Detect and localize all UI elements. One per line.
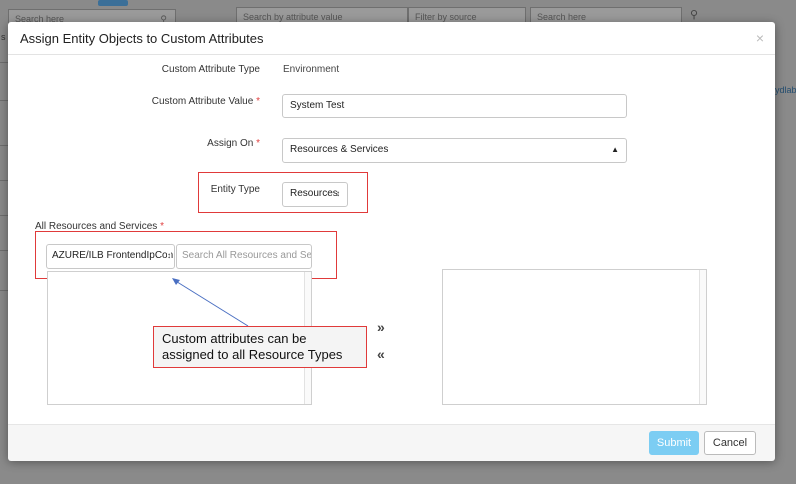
callout-annotation: Custom attributes can be assigned to all… — [153, 326, 367, 368]
custom-attribute-value-text: System Test — [290, 100, 345, 111]
required-mark: * — [256, 96, 260, 107]
resource-search-input[interactable]: Search All Resources and Servic — [176, 244, 312, 269]
resource-search-placeholder: Search All Resources and Servic — [182, 250, 312, 261]
callout-line — [173, 279, 249, 327]
custom-attribute-value-label: Custom Attribute Value * — [108, 96, 260, 107]
entity-type-value: Resources — [290, 188, 338, 199]
callout-connector — [172, 278, 249, 327]
modal-header: Assign Entity Objects to Custom Attribut… — [8, 22, 775, 55]
custom-attribute-type-label-text: Custom Attribute Type — [161, 64, 260, 75]
assign-on-value: Resources & Services — [290, 144, 389, 155]
entity-type-label: Entity Type — [158, 184, 260, 195]
select-caret-icon: ↕ — [336, 189, 340, 198]
select-caret-icon: ↕ — [167, 245, 171, 267]
search-icon: ⚲ — [690, 9, 699, 21]
move-left-button[interactable]: « — [377, 346, 385, 362]
background-button — [98, 0, 128, 6]
close-icon[interactable]: × — [756, 30, 764, 46]
entity-type-select[interactable]: Resources ↕ — [282, 182, 348, 207]
background-source-filter-label: Filter by source — [415, 12, 477, 22]
custom-attribute-type-value: Environment — [283, 64, 340, 75]
cancel-button[interactable]: Cancel — [704, 431, 756, 455]
resource-type-value: AZURE/ILB FrontendIpCon — [52, 250, 174, 261]
assign-on-select[interactable]: Resources & Services ▲ — [282, 138, 627, 163]
custom-attribute-value-input[interactable]: System Test — [282, 94, 627, 118]
background-attr-filter-label: Search by attribute value — [243, 12, 343, 22]
assign-entity-modal: Assign Entity Objects to Custom Attribut… — [8, 22, 775, 461]
background-search-here-label: Search here — [537, 12, 587, 22]
submit-button[interactable]: Submit — [649, 431, 699, 455]
selected-resources-list[interactable] — [442, 269, 707, 405]
entity-type-label-text: Entity Type — [210, 184, 260, 195]
modal-title: Assign Entity Objects to Custom Attribut… — [20, 31, 264, 46]
assign-on-label-text: Assign On — [207, 138, 254, 149]
custom-attribute-type-label: Custom Attribute Type — [108, 64, 260, 75]
resource-type-select[interactable]: AZURE/ILB FrontendIpCon ↕ — [46, 244, 175, 269]
callout-arrowhead — [172, 278, 180, 285]
move-right-button[interactable]: » — [377, 319, 385, 335]
required-mark: * — [256, 138, 260, 149]
list-scrollbar[interactable] — [699, 270, 706, 404]
modal-footer: Submit Cancel — [8, 424, 775, 461]
assign-on-label: Assign On * — [108, 138, 260, 149]
select-caret-icon: ▲ — [611, 145, 619, 154]
background-side-letter: s — [1, 32, 6, 42]
custom-attribute-value-label-text: Custom Attribute Value — [151, 96, 254, 107]
background-right-link: ydlab — [775, 85, 796, 95]
